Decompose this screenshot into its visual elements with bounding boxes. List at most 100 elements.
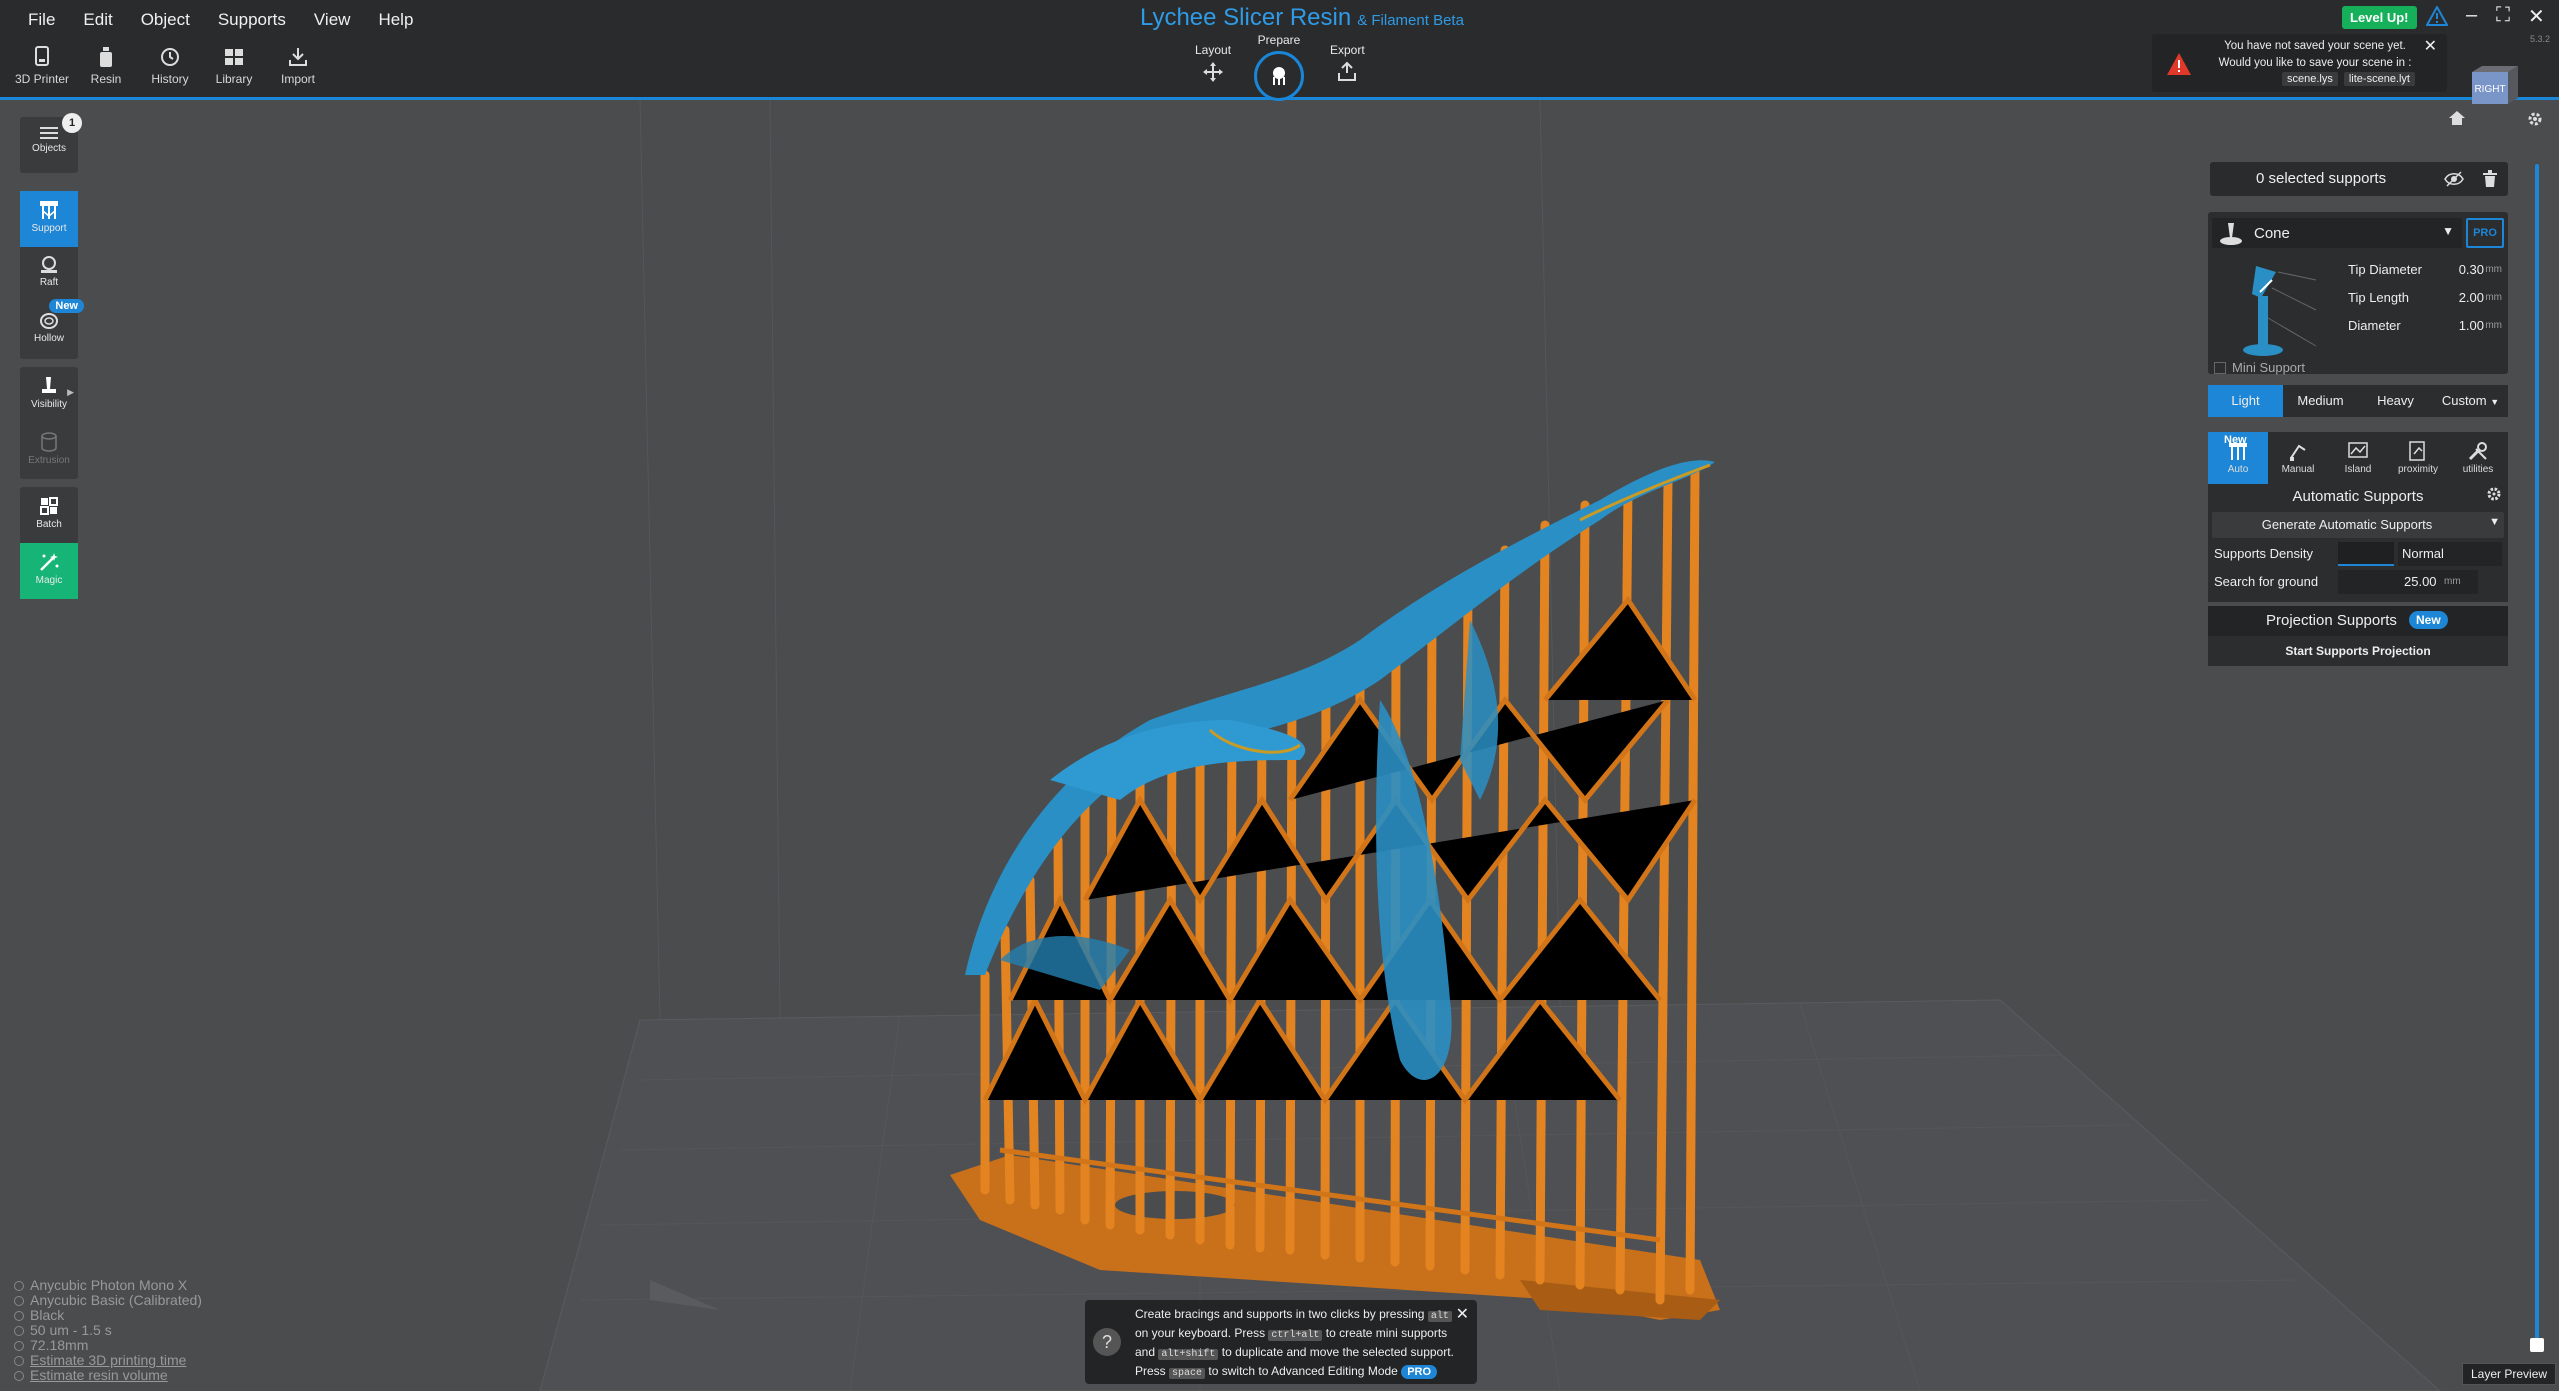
tip-text-5: to switch to Advanced Editing Mode — [1208, 1364, 1398, 1378]
auto-mode-tab[interactable]: New Auto — [2208, 432, 2268, 484]
utilities-tools-icon — [2468, 442, 2487, 461]
raft-icon — [41, 256, 57, 273]
layer-slider-handle[interactable] — [2530, 1338, 2544, 1352]
layer-slider[interactable] — [2535, 164, 2539, 1350]
objects-button[interactable]: Objects 1 — [20, 113, 82, 173]
estimate-volume-link[interactable]: Estimate resin volume — [30, 1367, 168, 1383]
mode-layout[interactable]: Layout — [1195, 43, 1231, 86]
height-info: 72.18mm — [14, 1338, 202, 1353]
visibility-expand-icon[interactable]: ▶ — [67, 387, 74, 398]
save-as-lyt-button[interactable]: lite-scene.lyt — [2343, 72, 2415, 86]
mode-export-label: Export — [1330, 43, 1365, 57]
close-window-icon[interactable]: ✕ — [2528, 4, 2545, 29]
menu-help[interactable]: Help — [364, 6, 427, 34]
objects-group: Objects 1 — [20, 113, 82, 173]
resin-tool-button[interactable]: Resin — [74, 46, 138, 86]
support-mode-tabs: New Auto Manual Island proximity utiliti… — [2208, 432, 2508, 484]
support-tools-group: Support Raft Hollow New — [20, 191, 84, 359]
raft-tool-button[interactable]: Raft — [20, 247, 78, 303]
density-medium-tab[interactable]: Medium — [2283, 385, 2358, 417]
tip-text-2: on your keyboard. Press — [1135, 1326, 1266, 1340]
save-as-lys-button[interactable]: scene.lys — [2282, 72, 2338, 86]
proximity-icon — [2409, 441, 2425, 461]
menu-edit[interactable]: Edit — [69, 6, 126, 34]
proximity-mode-tab[interactable]: proximity — [2388, 432, 2448, 484]
estimate-time-link[interactable]: Estimate 3D printing time — [30, 1352, 186, 1368]
volume-icon — [14, 1371, 24, 1381]
mode-layout-label: Layout — [1195, 43, 1232, 57]
mini-support-label: Mini Support — [2232, 360, 2305, 375]
density-custom-tab[interactable]: Custom ▼ — [2433, 385, 2508, 417]
menu-file[interactable]: File — [14, 6, 69, 34]
tip-diameter-input[interactable]: 0.30 — [2459, 262, 2484, 277]
support-figure-icon — [1273, 67, 1285, 85]
supports-density-value[interactable]: Normal — [2402, 546, 2444, 561]
tip-key-alt: alt — [1427, 1311, 1452, 1322]
density-light-tab[interactable]: Light — [2208, 385, 2283, 417]
projection-supports-label: Projection Supports — [2266, 612, 2397, 629]
supports-density-row: Supports Density Normal — [2212, 542, 2504, 566]
menu-object[interactable]: Object — [127, 6, 204, 34]
magic-tool-button[interactable]: Magic — [20, 543, 78, 599]
tip-length-input[interactable]: 2.00 — [2459, 290, 2484, 305]
supports-density-label: Supports Density — [2214, 546, 2313, 561]
generate-label: Generate Automatic Supports — [2261, 517, 2433, 532]
extrusion-tool-button[interactable]: Extrusion — [20, 423, 78, 479]
alert-icon[interactable] — [2426, 6, 2448, 26]
mode-prepare[interactable]: Prepare — [1254, 33, 1304, 101]
checkbox-box — [2214, 362, 2226, 374]
layer-preview-button[interactable]: Layer Preview — [2462, 1363, 2557, 1385]
layer-settings: 50 um - 1.5 s — [30, 1322, 112, 1338]
visibility-tool-button[interactable]: Visibility ▶ — [20, 367, 78, 423]
chevron-down-icon[interactable]: ▼ — [2489, 516, 2500, 528]
pro-button[interactable]: PRO — [2466, 218, 2504, 248]
mini-support-checkbox[interactable]: Mini Support — [2214, 360, 2305, 375]
close-notice-icon[interactable]: ✕ — [2424, 36, 2437, 56]
app-subtitle: & Filament Beta — [1357, 12, 1464, 29]
batch-magic-group: Batch Magic — [20, 487, 78, 599]
diameter-input[interactable]: 1.00 — [2459, 318, 2484, 333]
manual-mode-tab[interactable]: Manual — [2268, 432, 2328, 484]
close-tip-icon[interactable]: ✕ — [1456, 1304, 1469, 1324]
generate-automatic-supports-button[interactable]: Generate Automatic Supports ▼ — [2212, 512, 2504, 538]
search-ground-row: Search for ground 25.00 mm — [2212, 570, 2504, 594]
color-info: Black — [14, 1308, 202, 1323]
tip-type-dropdown[interactable]: Cone ▼ — [2212, 218, 2462, 248]
density-slider-track[interactable] — [2338, 542, 2394, 566]
hollow-tool-button[interactable]: Hollow New — [20, 299, 84, 359]
level-up-button[interactable]: Level Up! — [2342, 6, 2417, 29]
support-tool-button[interactable]: Support — [20, 191, 78, 247]
3d-viewport[interactable] — [0, 100, 2559, 1391]
menu-view[interactable]: View — [300, 6, 365, 34]
history-tool-button[interactable]: History — [138, 46, 202, 86]
delete-supports-icon[interactable] — [2482, 170, 2498, 188]
hide-supports-icon[interactable] — [2444, 170, 2464, 188]
diameter-row: Diameter 1.00 mm — [2336, 314, 2506, 338]
minimize-icon[interactable]: – — [2466, 4, 2477, 27]
library-tool-label: Library — [215, 72, 253, 86]
projection-supports-header[interactable]: Projection Supports New — [2208, 606, 2508, 636]
mode-export[interactable]: Export — [1330, 43, 1365, 86]
save-scene-notification: You have not saved your scene yet. Would… — [2152, 34, 2447, 92]
gear-icon[interactable] — [2486, 486, 2502, 502]
menu-supports[interactable]: Supports — [204, 6, 300, 34]
chevron-down-icon: ▼ — [2490, 397, 2500, 407]
island-mode-tab[interactable]: Island — [2328, 432, 2388, 484]
mode-prepare-label: Prepare — [1257, 33, 1301, 47]
auto-new-badge: New — [2224, 434, 2247, 446]
hollow-icon — [40, 313, 58, 329]
support-icon — [40, 201, 58, 219]
batch-tool-label: Batch — [36, 519, 62, 530]
utilities-mode-tab[interactable]: utilities — [2448, 432, 2508, 484]
printer-tool-button[interactable]: 3D Printer — [10, 46, 74, 86]
batch-tool-button[interactable]: Batch — [20, 487, 78, 543]
height-icon — [14, 1341, 24, 1351]
menu-bar: File Edit Object Supports View Help — [14, 6, 427, 34]
maximize-icon[interactable]: ⛶ — [2496, 4, 2510, 27]
density-heavy-tab[interactable]: Heavy — [2358, 385, 2433, 417]
density-custom-label: Custom — [2441, 393, 2487, 408]
tip-popup: ? Create bracings and supports in two cl… — [1085, 1300, 1477, 1384]
library-tool-button[interactable]: Library — [202, 46, 266, 86]
import-tool-button[interactable]: Import — [266, 46, 330, 86]
start-supports-projection-button[interactable]: Start Supports Projection — [2208, 636, 2508, 666]
